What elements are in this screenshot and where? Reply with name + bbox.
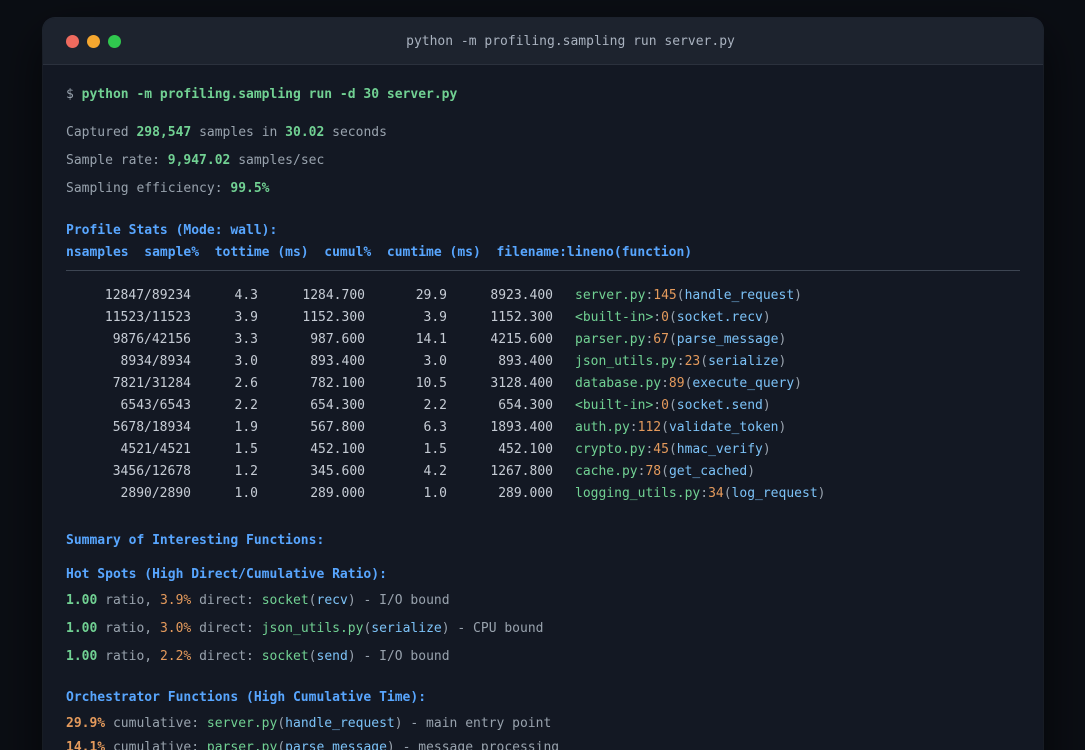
function-location: crypto.py:45(hmac_verify) (575, 442, 771, 457)
shell-command: python -m profiling.sampling run -d 30 s… (81, 87, 458, 102)
function-location: parser.py:67(parse_message) (575, 332, 787, 347)
table-divider (66, 270, 1020, 271)
function-location: <built-in>:0(socket.send) (575, 398, 771, 413)
efficiency-line: Sampling efficiency: 99.5% (66, 178, 1020, 200)
captured-line: Captured 298,547 samples in 30.02 second… (66, 122, 1020, 144)
command-line: $ python -m profiling.sampling run -d 30… (66, 84, 1020, 106)
captured-suffix-label: seconds (324, 125, 387, 140)
function-location: auth.py:112(validate_token) (575, 420, 787, 435)
capture-duration: 30.02 (285, 125, 325, 140)
hot-spots-heading: Hot Spots (High Direct/Cumulative Ratio)… (66, 567, 387, 582)
table-row: 6543/6543 2.2 654.300 2.2 654.300 <built-in>:… (66, 395, 1020, 417)
close-button[interactable] (66, 34, 79, 48)
table-row: 2890/2890 1.0 289.000 1.0 289.000 logging_uti… (66, 483, 1020, 505)
function-location: logging_utils.py:34(log_request) (575, 486, 826, 501)
function-location: <built-in>:0(socket.recv) (575, 310, 771, 325)
table-row: 5678/18934 1.9 567.800 6.3 1893.400 auth.py:1… (66, 417, 1020, 439)
efficiency-label: Sampling efficiency: (66, 181, 231, 196)
samples-count: 298,547 (136, 125, 192, 140)
table-row: 11523/11523 3.9 1152.300 3.9 1152.300 <built-… (66, 307, 1020, 329)
sample-rate-suffix: samples/sec (230, 153, 325, 168)
minimize-button[interactable] (87, 34, 100, 48)
orchestrator-heading: Orchestrator Functions (High Cumulative … (66, 690, 427, 705)
captured-mid-label: samples in (191, 125, 286, 140)
orchestrator-line: 29.9% cumulative: server.py(handle_reque… (66, 716, 552, 731)
hot-spot-line: 1.00 ratio, 3.9% direct: socket(recv) - … (66, 593, 450, 608)
function-location: json_utils.py:23(serialize) (575, 354, 787, 369)
table-row: 8934/8934 3.0 893.400 3.0 893.400 json_utils.… (66, 351, 1020, 373)
shell-prompt: $ (66, 87, 82, 102)
window-title: python -m profiling.sampling run server.… (406, 33, 735, 49)
terminal-content[interactable]: $ python -m profiling.sampling run -d 30… (43, 65, 1043, 750)
table-header: nsamples sample% tottime (ms) cumul% cum… (66, 245, 693, 260)
window-titlebar[interactable]: python -m profiling.sampling run server.… (43, 18, 1043, 65)
function-location: cache.py:78(get_cached) (575, 464, 756, 479)
efficiency-value: 99.5% (230, 181, 270, 196)
traffic-lights (43, 34, 121, 48)
orchestrator-line: 14.1% cumulative: parser.py(parse_messag… (66, 740, 560, 750)
hot-spot-line: 1.00 ratio, 2.2% direct: socket(send) - … (66, 649, 450, 664)
function-location: database.py:89(execute_query) (575, 376, 802, 391)
table-row: 3456/12678 1.2 345.600 4.2 1267.800 cache.py:… (66, 461, 1020, 483)
function-location: server.py:145(handle_request) (575, 288, 802, 303)
zoom-button[interactable] (108, 34, 121, 48)
hot-spot-line: 1.00 ratio, 3.0% direct: json_utils.py(s… (66, 621, 544, 636)
table-row: 7821/31284 2.6 782.100 10.5 3128.400 database… (66, 373, 1020, 395)
sample-rate-value: 9,947.02 (167, 153, 231, 168)
table-row: 9876/42156 3.3 987.600 14.1 4215.600 parser.p… (66, 329, 1020, 351)
terminal-window: python -m profiling.sampling run server.… (43, 18, 1043, 750)
table-row: 12847/89234 4.3 1284.700 29.9 8923.400 server… (66, 285, 1020, 307)
sample-rate-label: Sample rate: (66, 153, 168, 168)
profile-stats-heading: Profile Stats (Mode: wall): (66, 223, 278, 238)
captured-label: Captured (66, 125, 137, 140)
sample-rate-line: Sample rate: 9,947.02 samples/sec (66, 150, 1020, 172)
summary-heading: Summary of Interesting Functions: (66, 533, 325, 548)
table-row: 4521/4521 1.5 452.100 1.5 452.100 crypto.py:4… (66, 439, 1020, 461)
